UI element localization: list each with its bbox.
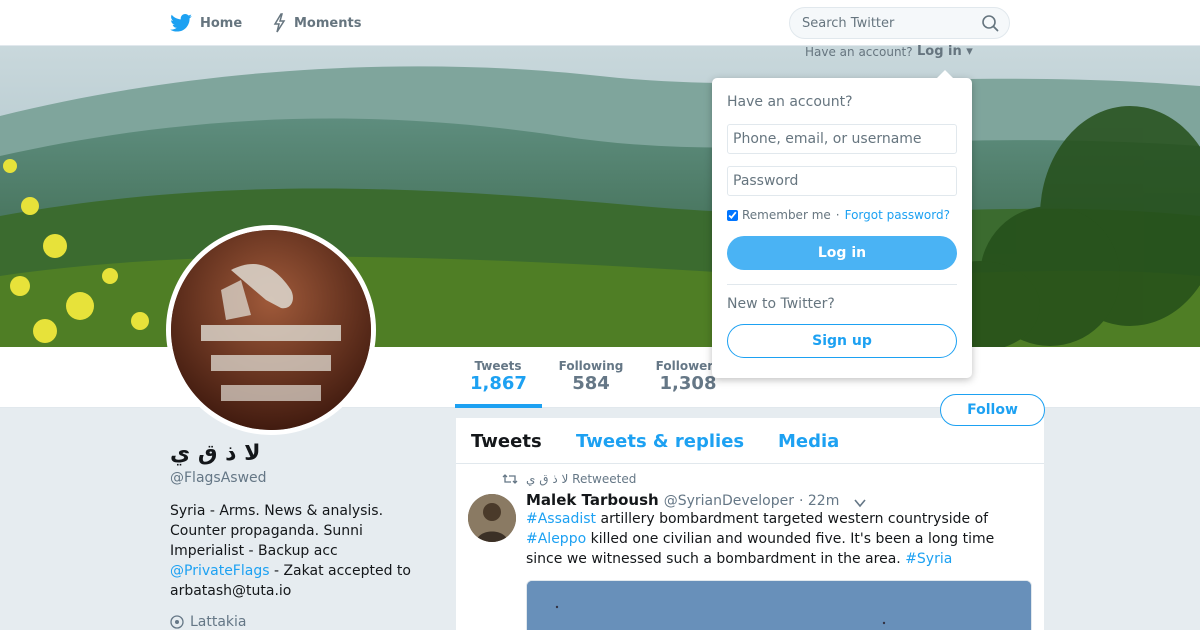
stat-tweets-label: Tweets xyxy=(474,359,522,373)
tweet-hashtag-syria[interactable]: #Syria xyxy=(905,551,952,567)
caret-down-icon: ▾ xyxy=(966,44,973,59)
tweet-media-image[interactable] xyxy=(526,580,1032,630)
stat-tweets[interactable]: Tweets 1,867 xyxy=(470,359,527,395)
tab-media[interactable]: Media xyxy=(778,431,839,452)
stat-following[interactable]: Following 584 xyxy=(556,359,626,395)
tweet-text: #Assadist artillery bombardment targeted… xyxy=(526,509,1016,569)
retweet-icon xyxy=(502,474,518,484)
nav-moments-label: Moments xyxy=(294,15,362,31)
have-account-prompt: Have an account? xyxy=(805,45,913,59)
profile-handle[interactable]: @FlagsAswed xyxy=(170,470,267,486)
stat-tweets-value: 1,867 xyxy=(470,373,527,394)
dropdown-arrow xyxy=(937,70,953,78)
profile-name: لا ذ ق ي xyxy=(170,441,261,466)
forgot-password-link[interactable]: Forgot password? xyxy=(845,208,950,222)
follow-button[interactable]: Follow xyxy=(940,394,1045,426)
divider xyxy=(727,284,957,285)
login-dropdown: Have an account? Remember me · Forgot pa… xyxy=(712,70,972,378)
stat-following-label: Following xyxy=(558,359,624,373)
active-stat-underline xyxy=(455,404,542,408)
password-field[interactable] xyxy=(727,166,957,196)
twitter-bird-icon xyxy=(170,14,192,32)
search-input[interactable] xyxy=(802,8,972,38)
tweet-timestamp[interactable]: · 22m xyxy=(799,493,839,509)
profile-bio: Syria - Arms. News & analysis. Counter p… xyxy=(170,501,440,601)
tab-tweets[interactable]: Tweets xyxy=(471,431,542,452)
bio-text-part-1: Syria - Arms. News & analysis. Counter p… xyxy=(170,503,384,559)
location-pin-icon xyxy=(170,615,184,629)
tweet-author-avatar[interactable] xyxy=(468,494,516,542)
login-toggle-label: Log in xyxy=(917,44,962,59)
lightning-icon xyxy=(273,13,286,33)
separator-dot: · xyxy=(835,208,840,222)
nav-home-label: Home xyxy=(200,15,243,31)
stat-following-value: 584 xyxy=(572,373,610,394)
signup-button[interactable]: Sign up xyxy=(727,324,957,358)
tweet-header: Malek Tarboush @SyrianDeveloper · 22m xyxy=(526,491,839,509)
avatar[interactable] xyxy=(166,225,376,435)
nav-moments[interactable]: Moments xyxy=(272,12,361,34)
tab-tweets-replies[interactable]: Tweets & replies xyxy=(576,431,744,452)
username-field[interactable] xyxy=(727,124,957,154)
top-navigation-bar: Home Moments xyxy=(0,0,1200,46)
tweet-author-name[interactable]: Malek Tarboush xyxy=(526,491,659,509)
nav-home[interactable]: Home xyxy=(170,12,242,34)
chevron-down-icon[interactable] xyxy=(853,496,867,510)
new-to-twitter-label: New to Twitter? xyxy=(727,296,835,312)
remember-me-label[interactable]: Remember me xyxy=(742,208,831,222)
login-dropdown-toggle[interactable]: Log in ▾ xyxy=(917,44,973,59)
tweet-author-handle[interactable]: @SyrianDeveloper xyxy=(664,493,794,509)
tweet-hashtag-aleppo[interactable]: #Aleppo xyxy=(526,531,586,547)
remember-me-checkbox[interactable] xyxy=(727,209,738,221)
search-box xyxy=(789,7,1010,39)
search-icon[interactable] xyxy=(981,14,999,32)
location-label: Lattakia xyxy=(190,614,247,630)
retweet-label[interactable]: لا ذ ق ي Retweeted xyxy=(526,472,636,486)
tweet-hashtag-assadist[interactable]: #Assadist xyxy=(526,511,596,527)
tweet-text-part: artillery bombardment targeted western c… xyxy=(596,511,989,527)
retweet-context: لا ذ ق ي Retweeted xyxy=(502,472,636,486)
timeline: Tweets Tweets & replies Media لا ذ ق ي R… xyxy=(456,418,1044,630)
login-button[interactable]: Log in xyxy=(727,236,957,270)
login-panel-title: Have an account? xyxy=(727,94,853,110)
profile-location: Lattakia xyxy=(170,614,247,630)
bio-mention-link[interactable]: @PrivateFlags xyxy=(170,563,270,579)
remember-row: Remember me · Forgot password? xyxy=(727,208,950,222)
